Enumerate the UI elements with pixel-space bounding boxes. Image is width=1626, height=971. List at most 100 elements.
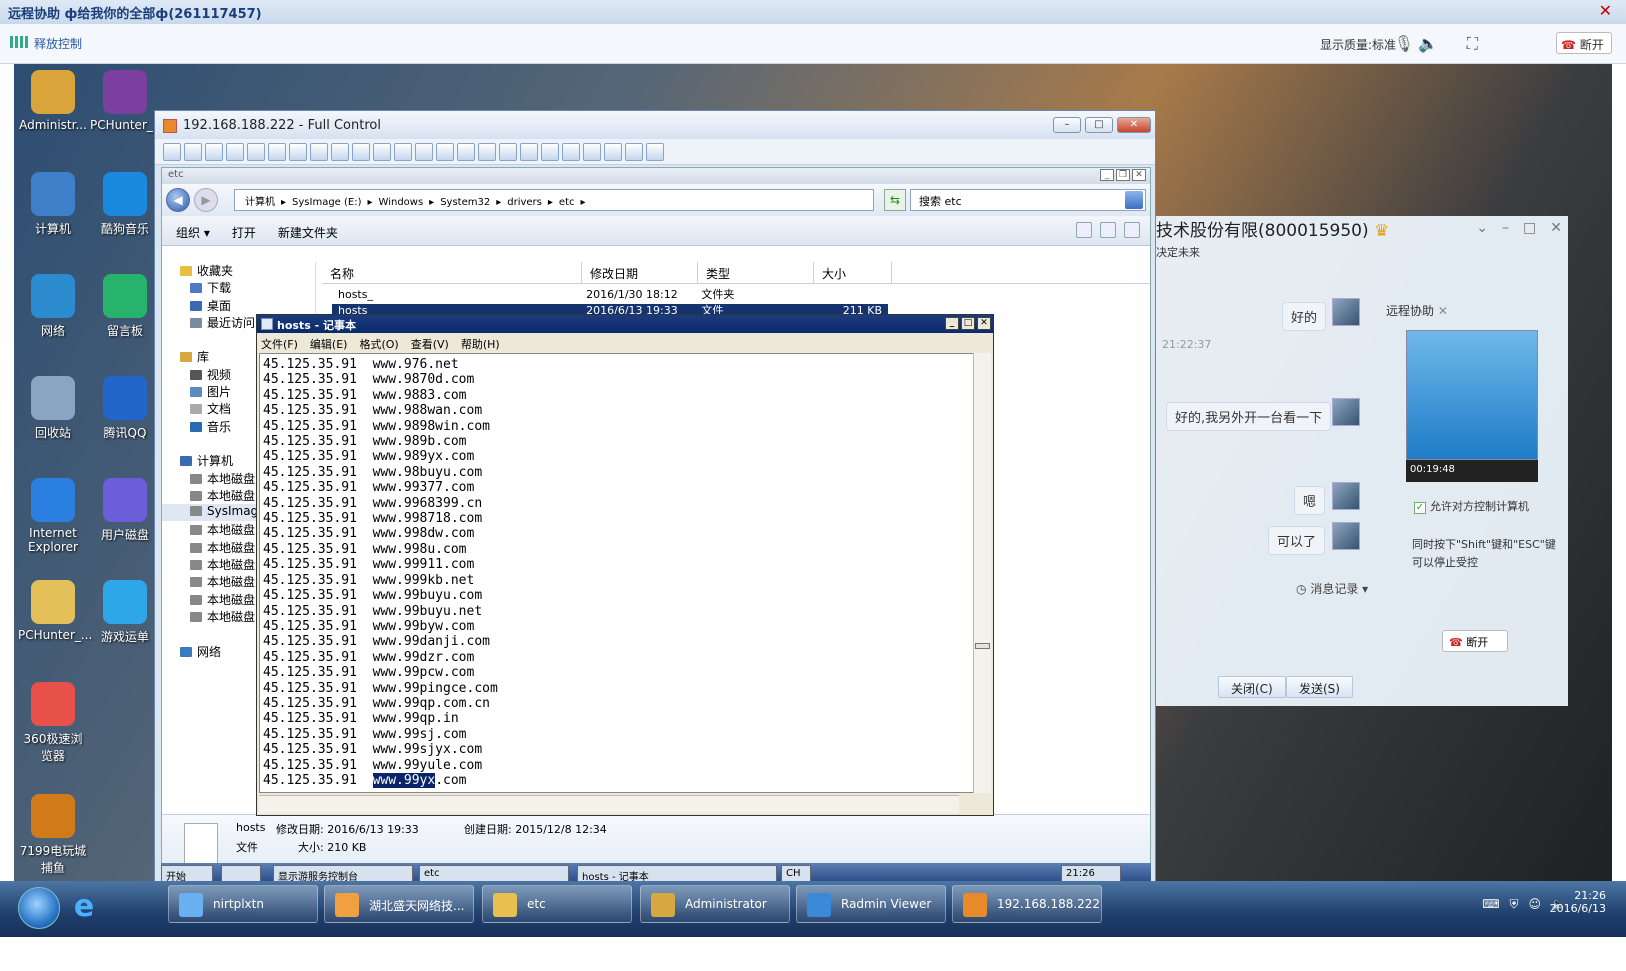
close-button[interactable]: ✕ (977, 317, 991, 330)
toolbar-button[interactable] (625, 143, 643, 161)
view-icon[interactable] (1076, 222, 1092, 238)
close-button[interactable]: ✕ (1132, 169, 1146, 181)
desktop-icon[interactable]: 7199电玩城捕鱼 (18, 794, 88, 876)
chevron-down-icon[interactable]: ⌄ (1476, 220, 1488, 236)
close-button[interactable]: ✕ (1550, 220, 1562, 236)
toolbar-button[interactable] (352, 143, 370, 161)
minimize-button[interactable]: _ (945, 317, 959, 330)
disconnect-button[interactable]: ☎ 断开 (1442, 630, 1508, 652)
toolbar-button[interactable] (184, 143, 202, 161)
desktop-icon[interactable]: 360极速浏览器 (18, 682, 88, 764)
microphone-icon[interactable]: 🎙 (1394, 34, 1414, 53)
maximize-button[interactable]: □ (1085, 117, 1113, 133)
toolbar-button[interactable] (226, 143, 244, 161)
menu-item[interactable]: 文件(F) (261, 338, 298, 351)
toolbar-button[interactable] (310, 143, 328, 161)
forward-button[interactable]: ▶ (194, 188, 218, 212)
minimize-button[interactable]: _ (1100, 169, 1114, 181)
command-button[interactable]: 组织 ▾ (176, 226, 210, 240)
taskbar-button[interactable]: etc (482, 885, 632, 923)
minimize-button[interactable]: – (1502, 220, 1509, 236)
menu-item[interactable]: 格式(O) (359, 338, 398, 351)
tree-item[interactable]: 桌面 (162, 297, 315, 314)
breadcrumb-item[interactable]: drivers (507, 197, 542, 208)
breadcrumb-item[interactable]: SysImage (E:) (292, 197, 361, 208)
toolbar-button[interactable] (247, 143, 265, 161)
toolbar-button[interactable] (520, 143, 538, 161)
keyboard-icon[interactable]: ⌨ (1482, 897, 1499, 912)
menu-item[interactable]: 查看(V) (411, 338, 449, 351)
close-button[interactable]: ✕ (1117, 117, 1151, 133)
toolbar-button[interactable] (436, 143, 454, 161)
maximize-button[interactable]: □ (1523, 220, 1536, 236)
desktop-icon[interactable]: 回收站 (18, 376, 88, 441)
desktop-icon[interactable]: 留言板 (90, 274, 160, 339)
command-button[interactable]: 打开 (232, 226, 256, 240)
command-button[interactable]: 新建文件夹 (278, 226, 338, 240)
breadcrumb-item[interactable]: ▸ (368, 197, 373, 208)
toolbar-button[interactable] (478, 143, 496, 161)
vertical-scrollbar[interactable] (973, 353, 991, 793)
toolbar-button[interactable] (646, 143, 664, 161)
preview-pane-icon[interactable] (1100, 222, 1116, 238)
refresh-icon[interactable]: ⇆ (884, 189, 906, 211)
desktop-icon[interactable]: PCHunter_... (90, 70, 164, 132)
file-row[interactable]: hosts_ 2016/1/30 18:12 文件夹 (332, 284, 888, 304)
shield-icon[interactable]: ⛨ (1510, 897, 1519, 912)
taskbar-button[interactable]: 湖北盛天网络技... (324, 885, 474, 923)
breadcrumb-item[interactable]: System32 (440, 197, 490, 208)
breadcrumb-item[interactable]: 计算机 (245, 197, 275, 208)
column-header[interactable]: 名称 (322, 262, 582, 283)
column-header[interactable]: 类型 (698, 262, 814, 283)
desktop-icon[interactable]: 酷狗音乐 (90, 172, 160, 237)
desktop-icon[interactable]: Administr... (18, 70, 88, 132)
allow-control-checkbox[interactable]: ✓ 允许对方控制计算机 (1414, 498, 1529, 514)
scroll-thumb[interactable] (975, 643, 990, 649)
taskbar-button[interactable]: 192.168.188.222... (952, 885, 1102, 923)
toolbar-button[interactable] (415, 143, 433, 161)
desktop-icon[interactable]: 腾讯QQ (90, 376, 160, 441)
release-control-button[interactable]: 释放控制 (10, 35, 82, 52)
horizontal-scrollbar[interactable] (259, 795, 959, 813)
user-icon[interactable]: ☺ (1529, 897, 1542, 912)
toolbar-button[interactable] (373, 143, 391, 161)
toolbar-button[interactable] (331, 143, 349, 161)
search-icon[interactable] (1125, 191, 1143, 209)
message-history-button[interactable]: ◷ 消息记录 ▾ (1296, 580, 1368, 597)
toolbar-button[interactable] (163, 143, 181, 161)
toolbar-button[interactable] (394, 143, 412, 161)
toolbar-button[interactable] (205, 143, 223, 161)
toolbar-button[interactable] (562, 143, 580, 161)
toolbar-button[interactable] (583, 143, 601, 161)
restore-button[interactable]: ❐ (1116, 169, 1130, 181)
breadcrumb-item[interactable]: etc (559, 197, 575, 208)
menu-item[interactable]: 帮助(H) (461, 338, 500, 351)
desktop-icon[interactable]: PCHunter_... (18, 580, 92, 642)
tree-item[interactable]: 收藏夹 (162, 262, 315, 279)
fullscreen-icon[interactable]: ⛶ (1467, 34, 1478, 54)
breadcrumb-item[interactable]: Windows (379, 197, 424, 208)
tab-remote-assist[interactable]: 远程协助 ✕ (1386, 302, 1448, 319)
toolbar-button[interactable] (604, 143, 622, 161)
breadcrumb-item[interactable]: ▸ (581, 197, 586, 208)
notepad-text-area[interactable]: 45.125.35.91 www.976.net 45.125.35.91 www… (259, 353, 975, 793)
toolbar-button[interactable] (268, 143, 286, 161)
send-button[interactable]: 发送(S) (1286, 676, 1353, 698)
menu-item[interactable]: 编辑(E) (310, 338, 348, 351)
maximize-button[interactable]: □ (961, 317, 975, 330)
desktop-icon[interactable]: 用户磁盘 (90, 478, 160, 543)
close-icon[interactable]: ✕ (1438, 304, 1448, 318)
toolbar-button[interactable] (457, 143, 475, 161)
breadcrumb-item[interactable]: ▸ (496, 197, 501, 208)
column-header[interactable]: 大小 (814, 262, 892, 283)
clock[interactable]: 21:26 2016/6/13 (1550, 889, 1606, 915)
disconnect-button[interactable]: ☎ 断开 (1556, 32, 1612, 54)
desktop-icon[interactable]: Internet Explorer (18, 478, 88, 554)
speaker-icon[interactable]: 🔈 (1418, 34, 1438, 53)
toolbar-button[interactable] (499, 143, 517, 161)
close-chat-button[interactable]: 关闭(C) (1218, 676, 1286, 698)
quality-select[interactable]: 显示质量:标准 (1320, 36, 1396, 53)
address-bar[interactable]: 计算机 ▸ SysImage (E:) ▸ Windows ▸ System32 ▸ drive… (234, 189, 874, 211)
desktop-icon[interactable]: 游戏运单 (90, 580, 160, 645)
column-header[interactable]: 修改日期 (582, 262, 698, 283)
